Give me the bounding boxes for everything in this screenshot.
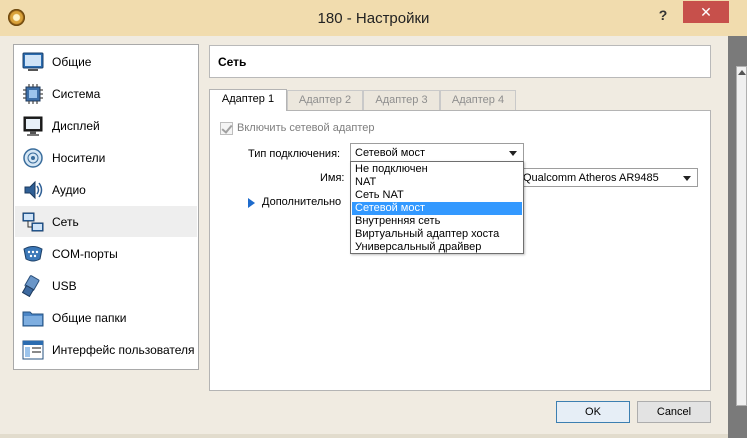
tab-adapter-1[interactable]: Адаптер 1 (209, 89, 287, 111)
sidebar-item-label: Общие (52, 55, 92, 69)
sidebar-item-label: Система (52, 87, 101, 101)
help-button[interactable]: ? (655, 7, 671, 25)
sidebar-item-shared-folders[interactable]: Общие папки (15, 302, 197, 333)
sidebar-item-label: Носители (52, 151, 106, 165)
ok-button[interactable]: OK (556, 401, 630, 423)
attached-to-select[interactable]: Сетевой мост (350, 143, 524, 162)
sidebar-item-usb[interactable]: USB (15, 270, 197, 301)
sidebar-item-label: USB (52, 279, 77, 293)
system-icon (23, 84, 43, 104)
dropdown-option-nat-network[interactable]: Сеть NAT (352, 189, 522, 202)
dropdown-option-nat[interactable]: NAT (352, 176, 522, 189)
shared-folders-icon (22, 311, 44, 327)
scroll-up-icon (738, 70, 746, 75)
enable-adapter-checkbox[interactable] (220, 122, 233, 135)
sidebar-item-serial-ports[interactable]: COM-порты (15, 238, 197, 269)
background-window-edge (728, 36, 747, 438)
display-icon (23, 116, 43, 136)
sidebar-item-storage[interactable]: Носители (15, 142, 197, 173)
sidebar-item-label: Сеть (52, 215, 79, 229)
enable-adapter-label: Включить сетевой адаптер (237, 122, 375, 134)
settings-window: 180 - Настройки ? ✕ Общие Система Диспле… (0, 0, 747, 438)
sidebar-item-label: COM-порты (52, 247, 118, 261)
sidebar-item-user-interface[interactable]: Интерфейс пользователя (15, 334, 197, 365)
dropdown-option-generic-driver[interactable]: Универсальный драйвер (352, 241, 522, 254)
title-bar[interactable]: 180 - Настройки ? ✕ (0, 0, 747, 36)
dropdown-option-host-only[interactable]: Виртуальный адаптер хоста (352, 228, 522, 241)
sidebar-item-audio[interactable]: Аудио (15, 174, 197, 205)
close-button[interactable]: ✕ (683, 1, 729, 23)
page-title: Сеть (218, 55, 247, 69)
background-scrollbar (736, 66, 747, 406)
advanced-label: Дополнительно (262, 196, 342, 208)
dropdown-option-bridged[interactable]: Сетевой мост (352, 202, 522, 215)
window-title: 180 - Настройки (317, 10, 430, 27)
network-icon (22, 212, 44, 232)
sidebar-item-label: Интерфейс пользователя (52, 343, 195, 357)
name-label: Имя: (320, 172, 345, 184)
audio-icon (24, 180, 43, 200)
dropdown-option-internal-network[interactable]: Внутренняя сеть (352, 215, 522, 228)
sidebar-item-label: Дисплей (52, 119, 100, 133)
sidebar-item-label: Общие папки (52, 311, 127, 325)
attached-to-label: Тип подключения: (248, 148, 341, 160)
usb-icon (22, 275, 40, 297)
attached-to-dropdown-list: Не подключен NAT Сеть NAT Сетевой мост В… (350, 161, 524, 254)
sidebar-item-general[interactable]: Общие (15, 46, 197, 77)
bottom-edge (0, 434, 728, 438)
storage-icon (23, 148, 43, 168)
user-interface-icon (22, 340, 44, 360)
sidebar-item-network[interactable]: Сеть (15, 206, 197, 237)
chevron-down-icon (509, 151, 517, 156)
cancel-button[interactable]: Cancel (637, 401, 711, 423)
sidebar-item-system[interactable]: Система (15, 78, 197, 109)
tab-adapter-2[interactable]: Адаптер 2 (287, 90, 363, 110)
tab-adapter-4[interactable]: Адаптер 4 (440, 90, 516, 110)
sidebar-item-label: Аудио (52, 183, 86, 197)
expand-arrow-icon (248, 198, 255, 208)
tab-adapter-3[interactable]: Адаптер 3 (363, 90, 440, 110)
general-icon (22, 52, 44, 71)
settings-sidebar: Общие Система Дисплей Носители Аудио Сет… (13, 44, 199, 370)
attached-to-value: Сетевой мост (355, 147, 425, 159)
chevron-down-icon (683, 176, 691, 181)
dropdown-option-not-attached[interactable]: Не подключен (352, 163, 522, 176)
sidebar-item-display[interactable]: Дисплей (15, 110, 197, 141)
serial-ports-icon (23, 246, 43, 262)
section-header: Сеть (209, 45, 711, 78)
adapter-name-value: Qualcomm Atheros AR9485 (523, 172, 659, 184)
